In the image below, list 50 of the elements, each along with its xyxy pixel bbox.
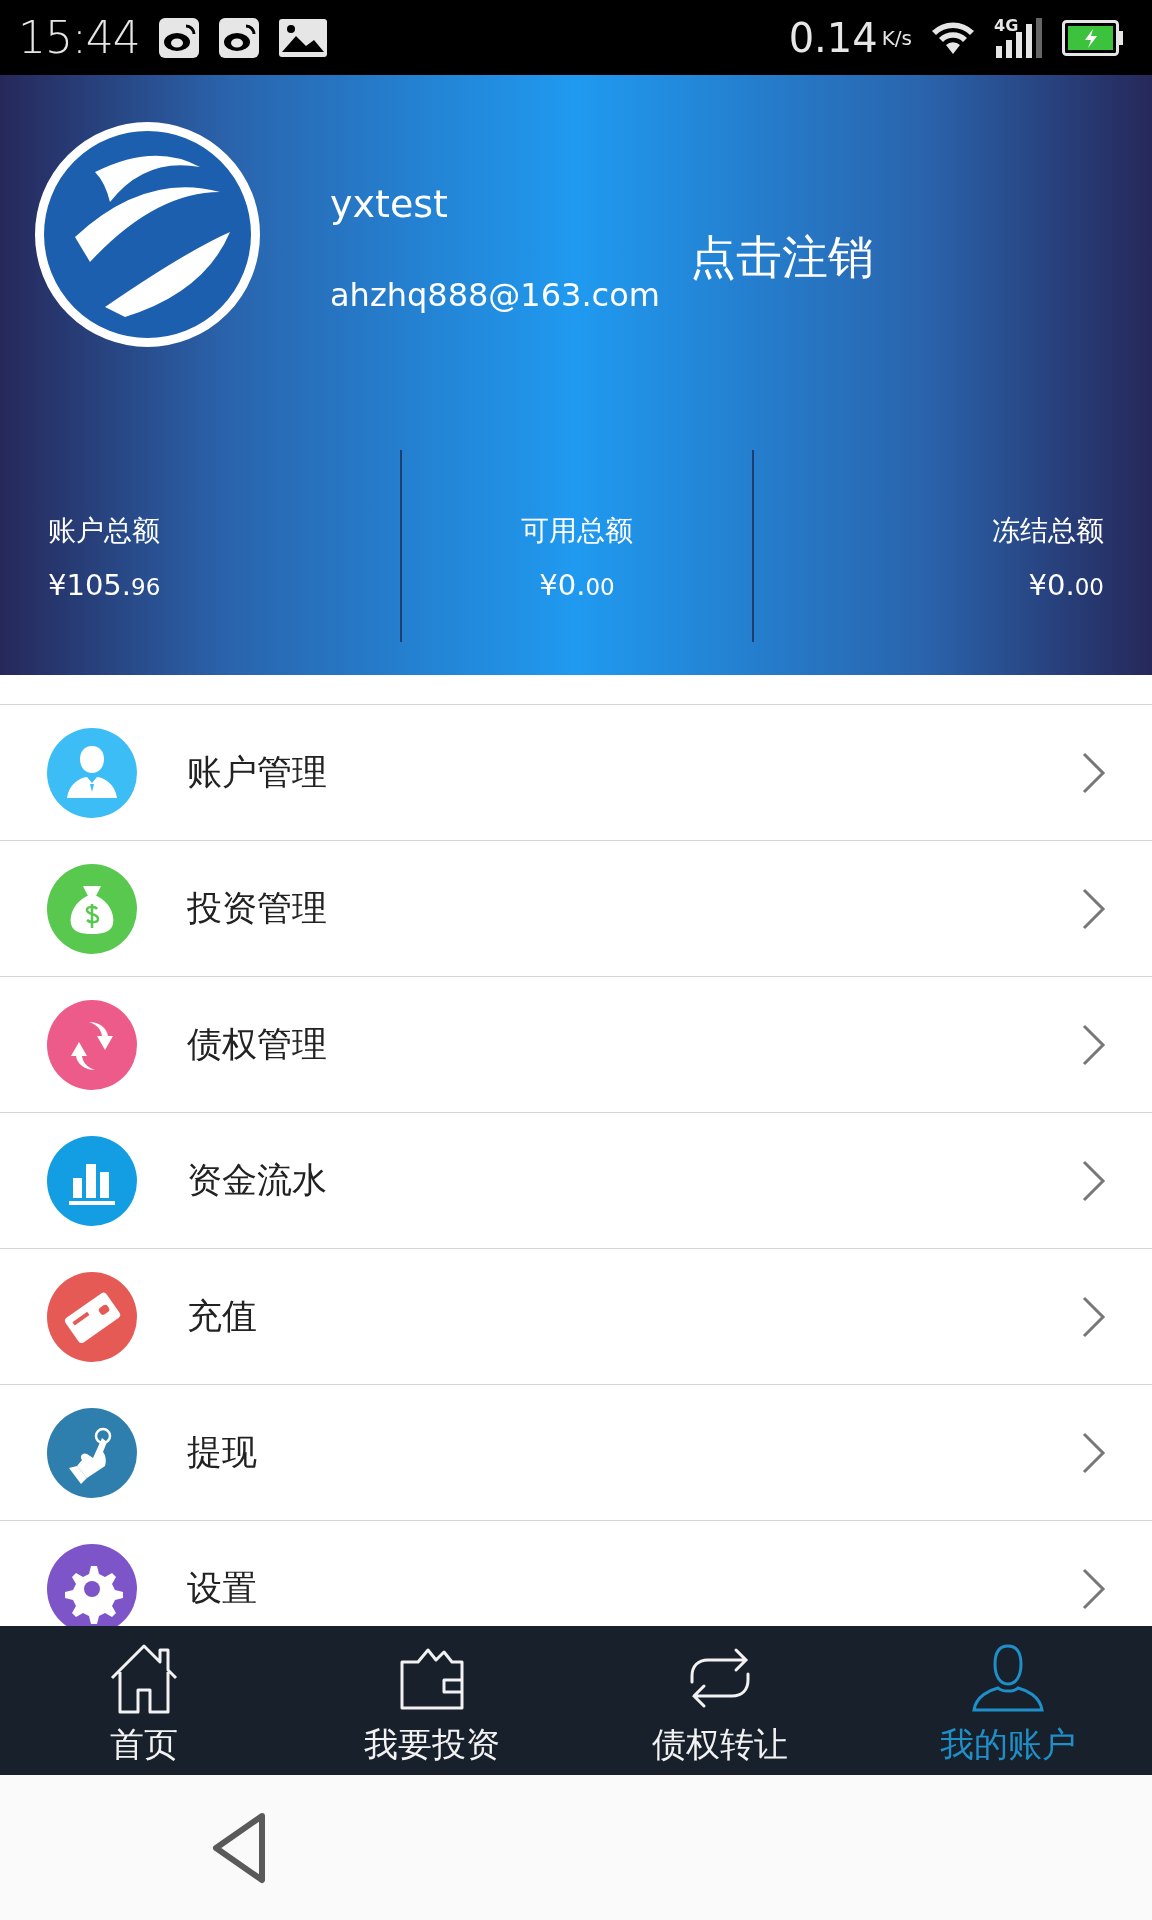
menu-item[interactable]: 充值 bbox=[0, 1249, 1152, 1385]
menu-item[interactable]: 投资管理 bbox=[0, 841, 1152, 977]
chevron-right-icon bbox=[1081, 1022, 1107, 1067]
balance-label: 冻结总额 bbox=[992, 513, 1104, 549]
tab[interactable]: 首页 bbox=[0, 1626, 288, 1775]
balance-label: 可用总额 bbox=[521, 513, 633, 549]
clock-time: 15:44 bbox=[18, 12, 140, 63]
menu-item[interactable]: 债权管理 bbox=[0, 977, 1152, 1113]
chevron-right-icon bbox=[1081, 1294, 1107, 1339]
menu-item[interactable]: 账户管理 bbox=[0, 705, 1152, 841]
card-icon bbox=[47, 1271, 137, 1362]
bar-chart-icon bbox=[47, 1135, 137, 1226]
tab[interactable]: 我的账户 bbox=[864, 1626, 1152, 1775]
weibo-icon bbox=[157, 16, 200, 59]
money-bag-icon bbox=[47, 863, 137, 954]
menu-item[interactable]: 资金流水 bbox=[0, 1113, 1152, 1249]
network-type: 4G bbox=[994, 15, 1019, 35]
weibo-icon bbox=[217, 16, 260, 59]
person-icon bbox=[47, 727, 137, 818]
refresh-arrows-icon bbox=[47, 999, 137, 1090]
signal-icon bbox=[994, 15, 1044, 60]
menu-label: 债权管理 bbox=[187, 1023, 328, 1066]
logout-link[interactable]: 点击注销 bbox=[689, 227, 874, 289]
balance-amount: ¥105.96 bbox=[48, 568, 161, 602]
balance-amount: ¥0.00 bbox=[539, 568, 615, 602]
speed-unit: K/s bbox=[881, 25, 912, 50]
menu-label: 充值 bbox=[187, 1295, 258, 1338]
menu-label: 设置 bbox=[187, 1567, 258, 1610]
menu-label: 账户管理 bbox=[187, 751, 328, 794]
username: yxtest bbox=[330, 182, 448, 226]
menu-label: 提现 bbox=[187, 1431, 258, 1474]
tab[interactable]: 债权转让 bbox=[576, 1626, 864, 1775]
back-icon[interactable] bbox=[210, 1811, 268, 1884]
user-email: ahzhq888@163.com bbox=[330, 276, 660, 314]
balance-amount: ¥0.00 bbox=[1028, 568, 1104, 602]
logo-avatar-icon bbox=[35, 122, 260, 347]
chevron-right-icon bbox=[1081, 750, 1107, 795]
pointing-hand-icon bbox=[47, 1407, 137, 1498]
network-speed: 0.14 bbox=[788, 14, 878, 61]
chevron-right-icon bbox=[1081, 1430, 1107, 1475]
battery-charging-icon bbox=[1062, 19, 1124, 56]
tab[interactable]: 我要投资 bbox=[288, 1626, 576, 1775]
chevron-right-icon bbox=[1081, 1566, 1107, 1611]
chevron-right-icon bbox=[1081, 1158, 1107, 1203]
chevron-right-icon bbox=[1081, 886, 1107, 931]
image-icon bbox=[277, 17, 328, 58]
menu-label: 投资管理 bbox=[187, 887, 328, 930]
menu-label: 资金流水 bbox=[187, 1159, 328, 1202]
menu-item[interactable]: 提现 bbox=[0, 1385, 1152, 1521]
balance-label: 账户总额 bbox=[48, 513, 160, 549]
